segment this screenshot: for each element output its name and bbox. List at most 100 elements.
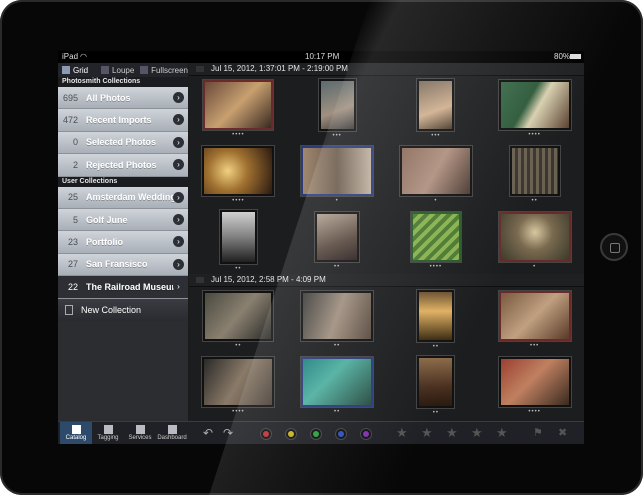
rating-dots: •••• bbox=[232, 132, 245, 138]
rating-dots: •••• bbox=[528, 132, 541, 138]
photo-thumbnail[interactable]: •••• bbox=[189, 142, 288, 208]
color-label-green[interactable] bbox=[313, 431, 319, 437]
rating-dots: •••• bbox=[528, 409, 541, 415]
ipad-device: iPad ◠ 10:17 PM 80% Grid Loupe Fullscree… bbox=[0, 0, 643, 495]
grid-view-button[interactable]: Grid bbox=[58, 63, 97, 77]
rating-dots: ••• bbox=[332, 133, 342, 139]
sidebar: Grid Loupe Fullscreen Photosmith Collect… bbox=[58, 63, 188, 421]
rotate-left-icon[interactable]: ↶ bbox=[201, 426, 215, 440]
photo-thumbnail[interactable]: • bbox=[288, 142, 387, 208]
rating-dots: ••• bbox=[431, 133, 441, 139]
collection-golf-june[interactable]: 5 Golf June › bbox=[58, 208, 188, 232]
collection-portfolio[interactable]: 23 Portfolio › bbox=[58, 231, 188, 254]
photo-thumbnail[interactable]: •• bbox=[387, 353, 486, 419]
rating-dots: •• bbox=[334, 264, 341, 270]
photo-thumbnail[interactable]: ••• bbox=[387, 76, 486, 142]
photo-thumbnail[interactable]: •• bbox=[485, 142, 584, 208]
bottom-toolbar: Catalog Tagging Services Dashboard ↶ ↷ ★… bbox=[58, 421, 584, 444]
fullscreen-view-button[interactable]: Fullscreen bbox=[136, 63, 188, 77]
grid-icon bbox=[62, 66, 70, 74]
status-bar: iPad ◠ 10:17 PM 80% bbox=[58, 51, 584, 63]
collection-san-fransisco[interactable]: 27 San Fransisco › bbox=[58, 253, 188, 277]
chevron-right-icon[interactable]: › bbox=[173, 213, 184, 225]
photo-thumbnail[interactable]: •• bbox=[288, 353, 387, 419]
tagging-icon bbox=[103, 425, 113, 434]
rotate-right-icon[interactable]: ↷ bbox=[221, 426, 235, 440]
photo-thumbnail[interactable]: ••• bbox=[288, 76, 387, 142]
dashboard-icon bbox=[167, 425, 177, 434]
loupe-icon bbox=[101, 66, 110, 74]
rating-dots: •••• bbox=[232, 409, 245, 415]
app-screen: iPad ◠ 10:17 PM 80% Grid Loupe Fullscree… bbox=[58, 51, 584, 444]
home-button[interactable] bbox=[600, 233, 628, 261]
chevron-right-icon[interactable]: › bbox=[173, 191, 184, 203]
photo-thumbnail[interactable]: •• bbox=[189, 287, 288, 353]
carrier-label: iPad bbox=[62, 52, 79, 61]
services-icon bbox=[135, 425, 145, 434]
rating-dots: •• bbox=[334, 343, 341, 349]
rating-dots: • bbox=[434, 198, 438, 204]
chevron-right-icon[interactable]: › bbox=[173, 114, 184, 126]
collection-selected-photos[interactable]: 0 Selected Photos › bbox=[58, 131, 188, 155]
wifi-icon: ◠ bbox=[80, 52, 87, 61]
star-icon[interactable]: ★ bbox=[421, 425, 433, 441]
rating-dots: •••• bbox=[232, 198, 245, 204]
rating-dots: • bbox=[335, 198, 339, 204]
photo-thumbnail[interactable]: •••• bbox=[189, 76, 288, 142]
photo-grid-area: Jul 15, 2012, 1:37:01 PM - 2:19:00 PM ••… bbox=[189, 63, 584, 421]
flag-icon[interactable]: ⚑ bbox=[533, 426, 543, 439]
tab-catalog[interactable]: Catalog bbox=[60, 422, 92, 444]
battery-icon bbox=[570, 54, 581, 59]
photo-thumbnail[interactable]: •• bbox=[189, 208, 288, 274]
battery-level: 80% bbox=[554, 52, 571, 61]
collection-railroad-museum[interactable]: 22 The Railroad Museum › bbox=[58, 276, 188, 299]
photo-thumbnail[interactable]: •••• bbox=[387, 208, 486, 274]
rating-dots: • bbox=[533, 264, 537, 270]
photosmith-collections-header: Photosmith Collections bbox=[58, 77, 188, 87]
star-icon[interactable]: ★ bbox=[471, 425, 483, 441]
color-label-yellow[interactable] bbox=[288, 431, 294, 437]
photo-grid: •• •• •• ••• •••• •• •• •••• bbox=[189, 287, 584, 419]
photo-thumbnail[interactable]: •••• bbox=[189, 353, 288, 419]
photo-thumbnail[interactable]: •• bbox=[288, 287, 387, 353]
collection-amsterdam-wedding[interactable]: 25 Amsterdam Wedding › bbox=[58, 186, 188, 209]
rating-dots: •• bbox=[334, 409, 341, 415]
color-label-red[interactable] bbox=[263, 431, 269, 437]
chevron-right-icon[interactable]: › bbox=[173, 159, 184, 171]
reject-icon[interactable]: ✖ bbox=[558, 426, 567, 439]
photo-thumbnail[interactable]: ••• bbox=[485, 287, 584, 353]
rating-dots: •• bbox=[235, 266, 242, 272]
chevron-right-icon[interactable]: › bbox=[173, 236, 184, 248]
chevron-right-icon[interactable]: › bbox=[173, 281, 184, 293]
rating-dots: •• bbox=[531, 198, 538, 204]
photo-grid: •••• ••• ••• •••• •••• • • •• •• •• ••••… bbox=[189, 76, 584, 274]
photo-thumbnail[interactable]: •••• bbox=[485, 76, 584, 142]
new-collection-button[interactable]: New Collection bbox=[58, 298, 188, 321]
star-icon[interactable]: ★ bbox=[496, 425, 508, 441]
rating-dots: •••• bbox=[429, 264, 443, 270]
photo-thumbnail[interactable]: •••• bbox=[485, 353, 584, 419]
photo-thumbnail[interactable]: •• bbox=[288, 208, 387, 274]
tab-services[interactable]: Services bbox=[124, 422, 156, 444]
user-collections-header: User Collections bbox=[58, 176, 188, 187]
collection-recent-imports[interactable]: 472 Recent Imports › bbox=[58, 109, 188, 132]
photo-thumbnail[interactable]: • bbox=[485, 208, 584, 274]
photo-thumbnail[interactable]: • bbox=[387, 142, 486, 208]
group-header: Jul 15, 2012, 2:58 PM - 4:09 PM bbox=[189, 274, 584, 287]
collection-all-photos[interactable]: 695 All Photos › bbox=[58, 87, 188, 110]
loupe-view-button[interactable]: Loupe bbox=[97, 63, 136, 77]
photo-thumbnail[interactable]: •• bbox=[387, 287, 486, 353]
group-header: Jul 15, 2012, 1:37:01 PM - 2:19:00 PM bbox=[189, 63, 584, 76]
star-icon[interactable]: ★ bbox=[446, 425, 458, 441]
chevron-right-icon[interactable]: › bbox=[173, 136, 184, 148]
rating-dots: ••• bbox=[529, 343, 540, 349]
chevron-right-icon[interactable]: › bbox=[173, 258, 184, 270]
tab-tagging[interactable]: Tagging bbox=[92, 422, 124, 444]
chevron-right-icon[interactable]: › bbox=[173, 92, 184, 103]
color-label-blue[interactable] bbox=[338, 431, 344, 437]
tab-dashboard[interactable]: Dashboard bbox=[156, 422, 188, 444]
collection-rejected-photos[interactable]: 2 Rejected Photos › bbox=[58, 154, 188, 177]
clock: 10:17 PM bbox=[305, 52, 340, 61]
color-label-purple[interactable] bbox=[363, 431, 369, 437]
star-icon[interactable]: ★ bbox=[396, 425, 408, 441]
